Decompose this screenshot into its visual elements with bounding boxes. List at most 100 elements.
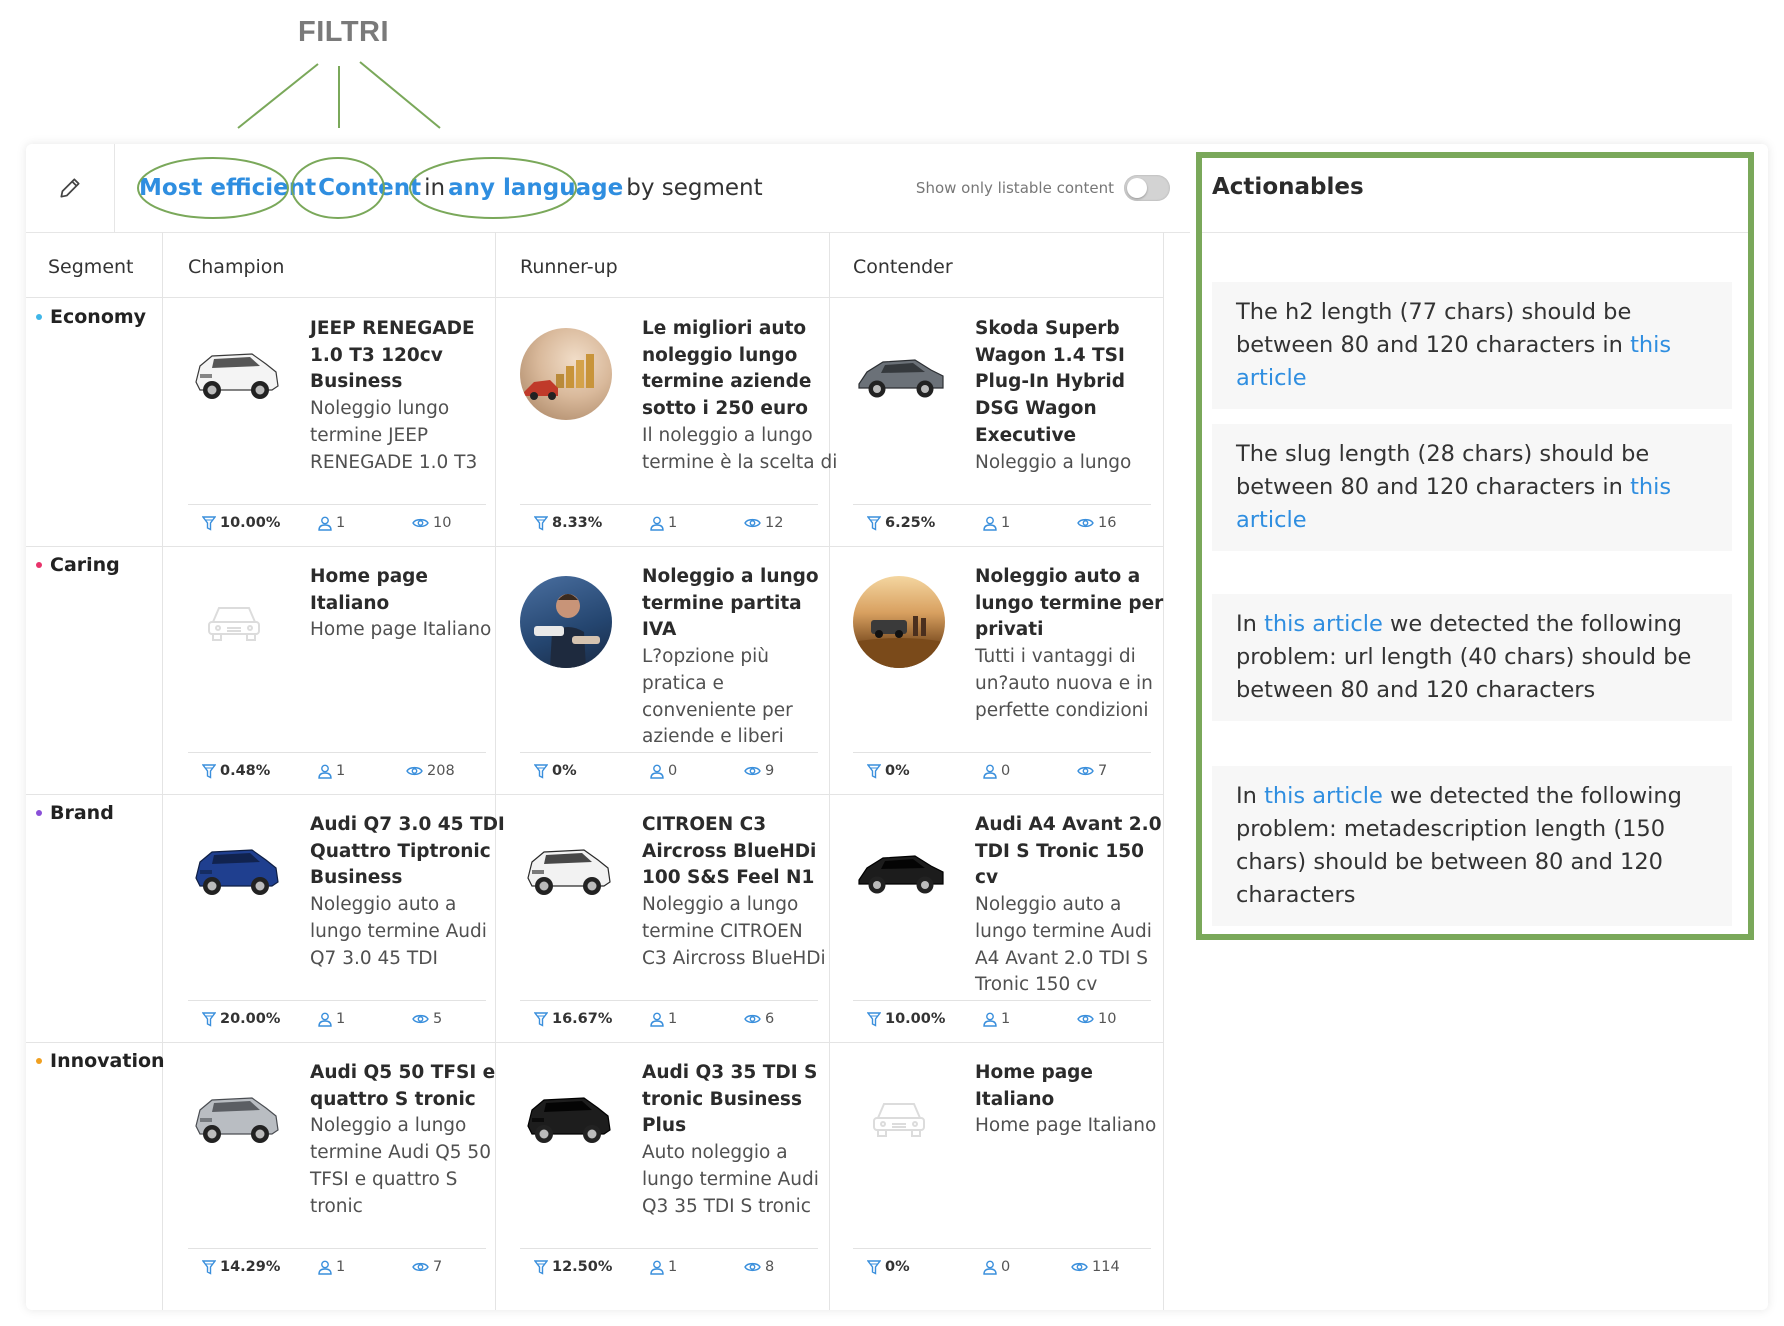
content-stats: 0% 0 9 (520, 752, 818, 787)
article-title-line[interactable]: privati (975, 617, 1171, 644)
article-title-line[interactable]: CITROEN C3 (642, 812, 838, 839)
article-title-line[interactable]: Wagon 1.4 TSI (975, 343, 1171, 370)
content-item[interactable]: Home page Italiano Home page Italiano 0.4… (188, 546, 506, 796)
content-item[interactable]: Noleggio auto a lungo termine per privati T… (853, 546, 1171, 796)
article-description-line: termine è la scelta di (642, 451, 838, 473)
article-title-line[interactable]: Audi A4 Avant 2.0 (975, 812, 1171, 839)
article-link[interactable]: this article (1264, 611, 1383, 637)
article-title-line[interactable]: Executive (975, 423, 1171, 450)
article-title-line[interactable]: quattro S tronic (310, 1087, 506, 1114)
article-description-line: Noleggio a lungo (975, 451, 1132, 473)
car-placeholder-icon (188, 576, 280, 668)
article-title-line[interactable]: Noleggio auto a (975, 564, 1171, 591)
views-stat: 208 (406, 763, 455, 779)
article-description-line: L?opzione più (642, 646, 769, 668)
content-item[interactable]: Home page Italiano Home page Italiano 0% … (853, 1042, 1171, 1292)
content-item[interactable]: Audi Q7 3.0 45 TDI Quattro Tiptronic Busin… (188, 794, 506, 1044)
article-title-line[interactable]: Business (310, 369, 506, 396)
article-title-line[interactable]: TDI S Tronic 150 cv (975, 839, 1171, 892)
article-title-line[interactable]: Audi Q3 35 TDI S (642, 1060, 838, 1087)
article-title-line[interactable]: Audi Q7 3.0 45 TDI (310, 812, 506, 839)
content-stats: 10.00% 1 10 (853, 1000, 1151, 1035)
article-title-line[interactable]: Home page Italiano (975, 1060, 1171, 1113)
article-title-line[interactable]: DSG Wagon (975, 396, 1171, 423)
article-title-line[interactable]: Skoda Superb (975, 316, 1171, 343)
content-text: Le migliori auto noleggio lungo termine az… (642, 316, 838, 476)
views-value: 5 (433, 1011, 443, 1027)
efficiency-stat: 6.25% (867, 515, 935, 531)
views-value: 12 (765, 515, 784, 531)
user-icon (983, 1260, 997, 1275)
funnel-icon (202, 1259, 216, 1275)
content-item[interactable]: CITROEN C3 Aircross BlueHDi 100 S&S Feel N… (520, 794, 838, 1044)
article-title-line[interactable]: Audi Q5 50 TFSI e (310, 1060, 506, 1087)
funnel-icon (534, 515, 548, 531)
eye-icon (412, 1262, 429, 1272)
funnel-icon (534, 763, 548, 779)
article-description-line: TFSI e quattro S (310, 1168, 458, 1190)
article-title-line[interactable]: termine aziende (642, 369, 838, 396)
funnel-icon (534, 1259, 548, 1275)
content-item[interactable]: Skoda Superb Wagon 1.4 TSI Plug-In Hybrid D… (853, 298, 1171, 548)
user-icon (983, 764, 997, 779)
segment-dot (36, 562, 42, 568)
funnel-icon (867, 515, 881, 531)
funnel-icon (867, 1011, 881, 1027)
article-title-line[interactable]: tronic Business (642, 1087, 838, 1114)
user-icon (983, 516, 997, 531)
article-title-line[interactable]: Business (310, 865, 506, 892)
views-value: 16 (1098, 515, 1117, 531)
article-title-line[interactable]: lungo termine per (975, 591, 1171, 618)
views-value: 208 (427, 763, 455, 779)
segment-label: Economy (36, 306, 146, 328)
content-item[interactable]: Le migliori auto noleggio lungo termine az… (520, 298, 838, 548)
article-title-line[interactable]: Plug-In Hybrid (975, 369, 1171, 396)
user-icon (983, 1012, 997, 1027)
users-value: 0 (668, 763, 678, 779)
funnel-icon (867, 1259, 881, 1275)
views-value: 10 (433, 515, 452, 531)
content-item[interactable]: Audi A4 Avant 2.0 TDI S Tronic 150 cv Nole… (853, 794, 1171, 1044)
efficiency-stat: 14.29% (202, 1259, 280, 1275)
content-item[interactable]: JEEP RENEGADE 1.0 T3 120cv Business Noleggi… (188, 298, 506, 548)
users-value: 0 (1001, 763, 1011, 779)
black-wagon-car-image (853, 824, 949, 916)
article-link[interactable]: this article (1264, 783, 1383, 809)
article-title-line[interactable]: Le migliori auto (642, 316, 838, 343)
article-title-line[interactable]: Quattro Tiptronic (310, 839, 506, 866)
actionable-item: The slug length (28 chars) should be bet… (1212, 424, 1732, 551)
white-suv-car-image (188, 328, 284, 420)
content-item[interactable]: Audi Q5 50 TFSI e quattro S tronic Noleggi… (188, 1042, 506, 1292)
article-title-line[interactable]: 1.0 T3 120cv (310, 343, 506, 370)
article-title-line[interactable]: termine partita IVA (642, 591, 838, 644)
views-stat: 8 (744, 1259, 774, 1275)
segment-label: Caring (36, 554, 120, 576)
car-placeholder-icon (853, 1072, 945, 1164)
users-value: 1 (668, 515, 678, 531)
article-title-line[interactable]: JEEP RENEGADE (310, 316, 506, 343)
article-title-line[interactable]: Aircross BlueHDi (642, 839, 838, 866)
listable-toggle[interactable] (1124, 175, 1170, 201)
article-description-line: un?auto nuova e in (975, 672, 1153, 694)
article-title-line[interactable]: 100 S&S Feel N1 (642, 865, 838, 892)
views-stat: 9 (744, 763, 774, 779)
eye-icon (406, 766, 423, 776)
actionable-item: The h2 length (77 chars) should be betwe… (1212, 282, 1732, 409)
users-value: 1 (668, 1259, 678, 1275)
article-title-line[interactable]: Noleggio a lungo (642, 564, 838, 591)
eye-icon (412, 518, 429, 528)
efficiency-value: 10.00% (885, 1011, 946, 1027)
views-stat: 6 (744, 1011, 774, 1027)
content-text: Audi Q7 3.0 45 TDI Quattro Tiptronic Busin… (310, 812, 506, 972)
content-item[interactable]: Audi Q3 35 TDI Stronic Business Plus Auto … (520, 1042, 838, 1292)
article-title-line[interactable]: Home page Italiano (310, 564, 506, 617)
listable-label: Show only listable content (915, 179, 1114, 197)
article-title-line[interactable]: Plus (642, 1113, 838, 1140)
efficiency-stat: 0% (867, 1259, 910, 1275)
content-item[interactable]: Noleggio a lungo termine partita IVA L?opz… (520, 546, 838, 796)
article-title-line[interactable]: noleggio lungo (642, 343, 838, 370)
users-stat: 0 (650, 763, 677, 779)
article-title-line[interactable]: sotto i 250 euro (642, 396, 838, 423)
funnel-icon (534, 1011, 548, 1027)
funnel-icon (202, 763, 216, 779)
